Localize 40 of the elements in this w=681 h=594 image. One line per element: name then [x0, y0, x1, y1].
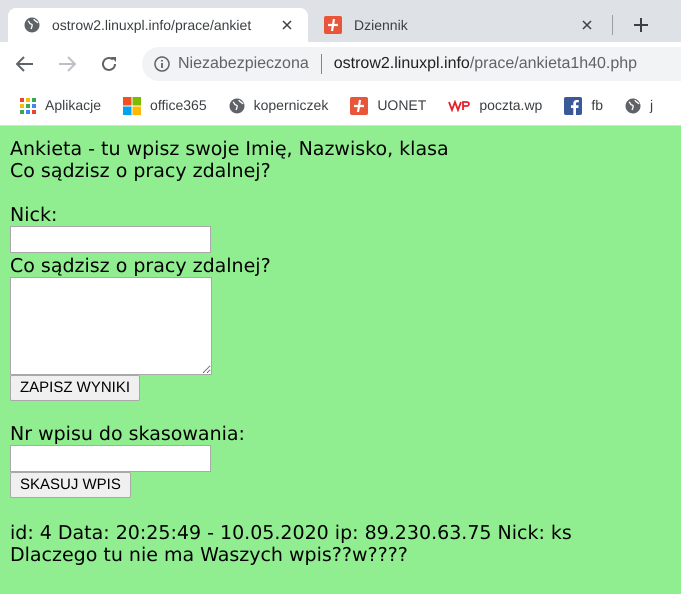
bookmark-item[interactable]: UONET	[350, 95, 426, 116]
info-icon[interactable]	[154, 56, 170, 72]
reload-icon[interactable]	[100, 55, 118, 73]
globe-icon	[24, 17, 40, 33]
heading-text: Ankieta - tu wpisz swoje Imię, Nazwisko, klasa	[10, 138, 449, 160]
new-tab-icon[interactable]	[633, 17, 649, 33]
delete-button[interactable]: SKASUJ WPIS	[10, 472, 131, 498]
globe-icon	[228, 98, 245, 114]
nick-label: Nick:	[10, 204, 58, 226]
nick-field[interactable]	[10, 226, 211, 253]
f-logo-icon	[564, 96, 582, 114]
wave-logo-icon	[448, 100, 470, 112]
browser-tab[interactable]: ostrow2.linuxpl.info/prace/ankiet	[8, 8, 308, 42]
bookmark-item[interactable]: fb	[564, 95, 604, 116]
globe-icon	[625, 98, 642, 114]
opinion-label: Co sądzisz o pracy zdalnej?	[10, 255, 271, 277]
bookmark-item[interactable]: koperniczek	[228, 95, 328, 116]
tab-title: Dziennik	[354, 16, 409, 34]
plus-logo-icon	[324, 16, 342, 34]
back-icon[interactable]	[16, 56, 34, 72]
heading-text: Co sądzisz o pracy zdalnej?	[10, 160, 271, 182]
delete-label: Nr wpisu do skasowania:	[10, 423, 245, 445]
bookmark-item[interactable]: Aplikacje	[20, 95, 102, 116]
four-squares-icon	[123, 96, 142, 114]
entry-text: Dlaczego tu nie ma Waszych wpis??w????	[10, 544, 408, 566]
save-button[interactable]: ZAPISZ WYNIKI	[10, 375, 140, 401]
apps-grid-icon	[20, 98, 36, 114]
entry-text: id: 4 Data: 20:25:49 - 10.05.2020 ip: 89.230.63.75 Nick: ks	[10, 522, 572, 544]
entry-number-field[interactable]	[10, 445, 211, 472]
close-icon[interactable]	[582, 20, 592, 30]
opinion-field[interactable]	[10, 277, 212, 375]
tab-title: ostrow2.linuxpl.info/prace/ankiet	[52, 16, 252, 35]
url-text: ostrow2.linuxpl.info/prace/ankieta1h40.php	[334, 54, 638, 74]
bookmark-item[interactable]: office365	[123, 95, 207, 116]
bookmark-item[interactable]: j	[625, 95, 654, 116]
address-bar[interactable]: Niezabezpieczona ostrow2.linuxpl.info/prace/ankieta1h40.php	[142, 47, 681, 81]
plus-logo-icon	[350, 96, 368, 114]
security-label: Niezabezpieczona	[178, 54, 309, 74]
close-icon[interactable]	[282, 20, 292, 30]
bookmark-item[interactable]: poczta.wp	[448, 95, 542, 116]
